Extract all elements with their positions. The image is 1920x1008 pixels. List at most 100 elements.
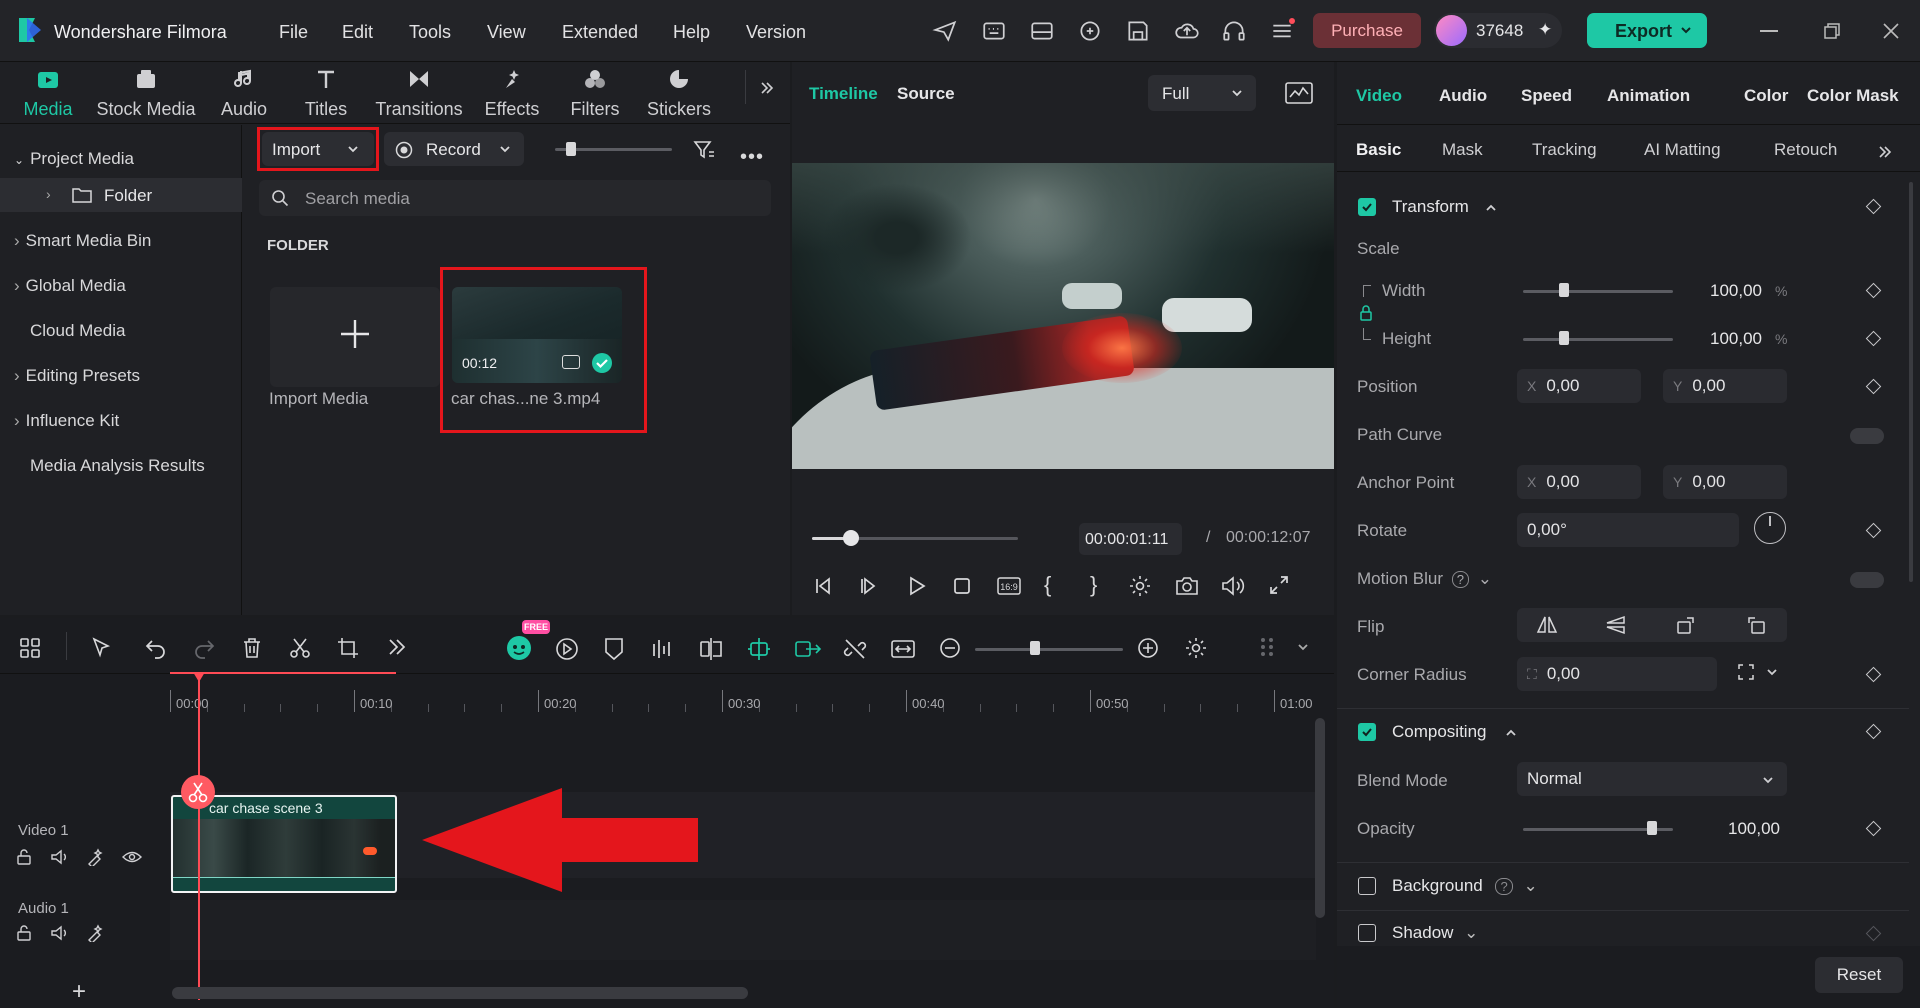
split-scissors-icon[interactable]: [288, 636, 312, 660]
sidebar-item-cloud-media[interactable]: Cloud Media: [30, 321, 125, 341]
opacity-slider-knob[interactable]: [1647, 821, 1657, 835]
record-button[interactable]: Record: [384, 132, 524, 166]
beat-detect-icon[interactable]: [650, 636, 674, 662]
unlink-icon[interactable]: [842, 636, 868, 662]
rotate-dial[interactable]: [1754, 512, 1786, 544]
tab-media[interactable]: Media: [14, 68, 82, 120]
timeline-ruler[interactable]: 00:00 00:10 00:20 00:30 00:40 00:50 01:00: [170, 674, 1316, 720]
track-effects-icon[interactable]: [86, 848, 106, 866]
anchor-y-field[interactable]: Y 0,00: [1663, 465, 1787, 499]
more-subtabs-icon[interactable]: [1877, 144, 1893, 160]
avatar[interactable]: [1436, 15, 1467, 46]
tab-video[interactable]: Video: [1356, 86, 1402, 106]
current-time[interactable]: 00:00:01:11: [1079, 523, 1182, 555]
minimize-icon[interactable]: [1760, 30, 1778, 32]
ai-copilot-icon[interactable]: [504, 632, 534, 662]
props-scrollbar[interactable]: [1909, 182, 1913, 582]
rotate-counterclockwise-icon[interactable]: [1745, 615, 1767, 635]
search-input[interactable]: Search media: [259, 180, 771, 216]
restore-icon[interactable]: [1823, 22, 1841, 40]
notifications-menu-icon[interactable]: [1269, 18, 1295, 44]
thumbnail-size-knob[interactable]: [566, 142, 576, 156]
tab-animation[interactable]: Animation: [1607, 86, 1690, 106]
sidebar-item-media-analysis-results[interactable]: Media Analysis Results: [30, 456, 205, 476]
sidebar-item-smart-media-bin[interactable]: › Smart Media Bin: [14, 231, 151, 251]
tab-effects[interactable]: Effects: [481, 68, 543, 120]
close-icon[interactable]: [1882, 22, 1900, 40]
motion-blur-toggle[interactable]: [1850, 572, 1884, 588]
snapshot-icon[interactable]: [1174, 574, 1200, 598]
import-media-tile[interactable]: [270, 287, 440, 387]
tab-source[interactable]: Source: [897, 84, 955, 104]
crop-icon[interactable]: [336, 636, 360, 660]
credits-chip[interactable]: 37648 ✦: [1434, 13, 1562, 48]
chevron-down-icon[interactable]: [1296, 640, 1310, 654]
blend-mode-select[interactable]: Normal: [1517, 762, 1787, 796]
sidebar-item-influence-kit[interactable]: › Influence Kit: [14, 411, 119, 431]
subtab-mask[interactable]: Mask: [1442, 140, 1483, 160]
play-icon[interactable]: [904, 574, 928, 598]
transform-section-title[interactable]: Transform: [1392, 197, 1469, 217]
zoom-in-icon[interactable]: [1136, 636, 1160, 660]
width-slider[interactable]: [1523, 290, 1673, 293]
transform-keyframe-icon[interactable]: [1865, 198, 1882, 215]
menu-version[interactable]: Version: [746, 22, 806, 43]
tab-audio-props[interactable]: Audio: [1439, 86, 1487, 106]
menu-file[interactable]: File: [279, 22, 308, 43]
more-tabs-icon[interactable]: [759, 80, 775, 96]
subtab-tracking[interactable]: Tracking: [1532, 140, 1597, 160]
reset-button[interactable]: Reset: [1815, 957, 1903, 993]
rotate-clockwise-icon[interactable]: [1675, 615, 1697, 635]
add-track-icon[interactable]: +: [72, 978, 86, 1006]
menu-view[interactable]: View: [487, 22, 526, 43]
mirror-compare-icon[interactable]: [698, 636, 724, 662]
sidebar-item-project-media[interactable]: ⌄ Project Media: [14, 149, 134, 169]
rotate-field[interactable]: 0,00°: [1517, 513, 1739, 547]
video-preview[interactable]: [792, 163, 1334, 469]
delete-icon[interactable]: [240, 636, 264, 660]
width-keyframe-icon[interactable]: [1865, 282, 1882, 299]
timeline-settings-icon[interactable]: [1184, 636, 1208, 660]
rotate-keyframe-icon[interactable]: [1865, 522, 1882, 539]
menu-edit[interactable]: Edit: [342, 22, 373, 43]
aspect-ratio-icon[interactable]: 16:9: [996, 574, 1022, 598]
render-settings-icon[interactable]: [1128, 574, 1152, 598]
subtab-ai-matting[interactable]: AI Matting: [1644, 140, 1721, 160]
playhead-knob[interactable]: [843, 530, 860, 546]
lock-track-icon[interactable]: [15, 924, 33, 942]
compositing-keyframe-icon[interactable]: [1865, 723, 1882, 740]
stop-icon[interactable]: [950, 574, 974, 598]
mark-out-icon[interactable]: }: [1090, 572, 1097, 598]
eye-icon[interactable]: [122, 848, 142, 866]
fit-timeline-icon[interactable]: [890, 636, 916, 662]
more-tools-icon[interactable]: [386, 636, 408, 658]
tab-color-mask[interactable]: Color Mask: [1807, 86, 1899, 106]
quality-select[interactable]: Full: [1148, 75, 1256, 111]
background-checkbox[interactable]: [1358, 877, 1376, 895]
snap-icon[interactable]: [746, 636, 772, 662]
width-value[interactable]: 100,00: [1710, 281, 1762, 301]
tab-audio[interactable]: Audio: [213, 68, 275, 120]
menu-extended[interactable]: Extended: [562, 22, 638, 43]
shadow-keyframe-icon[interactable]: [1865, 925, 1882, 942]
audio-track-lane[interactable]: [170, 900, 1316, 960]
chevron-up-icon[interactable]: [1484, 201, 1498, 215]
import-button[interactable]: Import: [262, 132, 374, 166]
lock-track-icon[interactable]: [15, 848, 33, 866]
zoom-out-icon[interactable]: [938, 636, 962, 660]
compositing-checkbox[interactable]: [1358, 723, 1376, 741]
cloud-upload-icon[interactable]: [1173, 18, 1201, 44]
height-keyframe-icon[interactable]: [1865, 330, 1882, 347]
sidebar-item-editing-presets[interactable]: › Editing Presets: [14, 366, 140, 386]
undo-icon[interactable]: [144, 636, 168, 660]
position-x-field[interactable]: X 0,00: [1517, 369, 1641, 403]
tab-stock-media[interactable]: Stock Media: [94, 68, 198, 120]
transform-checkbox[interactable]: [1358, 198, 1376, 216]
height-value[interactable]: 100,00: [1710, 329, 1762, 349]
width-slider-knob[interactable]: [1558, 283, 1569, 297]
auto-ripple-icon[interactable]: [794, 636, 822, 662]
timeline-vertical-scrollbar[interactable]: [1315, 718, 1325, 918]
height-slider[interactable]: [1523, 338, 1673, 341]
export-button[interactable]: Export: [1587, 13, 1707, 48]
layout-grid-icon[interactable]: [18, 636, 42, 660]
